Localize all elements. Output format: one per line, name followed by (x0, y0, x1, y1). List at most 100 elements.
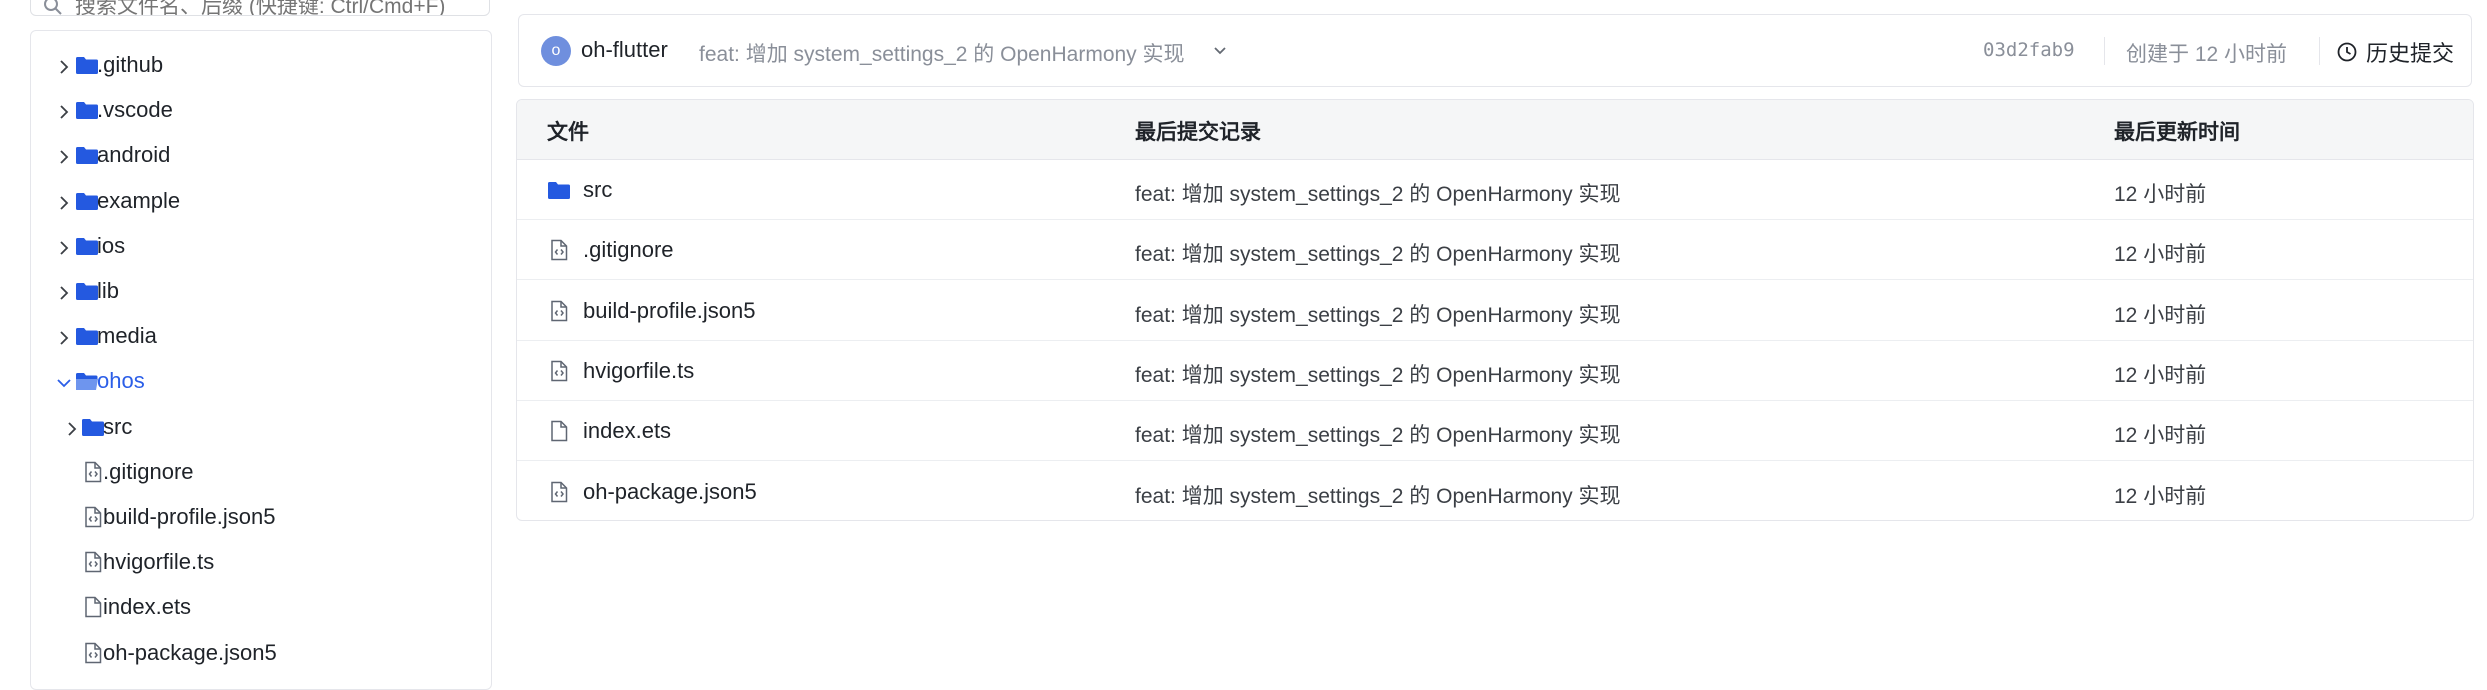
tree-item-lib[interactable]: lib (51, 271, 471, 311)
tree-item-index-ets[interactable]: index.ets (51, 587, 471, 627)
folder-icon (75, 53, 99, 77)
folder-icon (75, 234, 99, 258)
file-name-link[interactable]: oh-package.json5 (547, 479, 757, 505)
tree-item-vscode[interactable]: .vscode (51, 90, 471, 130)
tree-item-ohos[interactable]: ohos (51, 361, 471, 401)
search-icon (43, 0, 63, 15)
tree-item-label: ohos (97, 368, 145, 394)
chevron-right-icon[interactable] (55, 192, 73, 210)
file-table: 文件 最后提交记录 最后更新时间 src feat: 增加 system_sett… (516, 99, 2474, 521)
tree-item-ios[interactable]: ios (51, 226, 471, 266)
file-name-link[interactable]: hvigorfile.ts (547, 358, 694, 384)
file-name-link[interactable]: .gitignore (547, 237, 674, 263)
folder-icon (75, 189, 99, 213)
table-header: 文件 最后提交记录 最后更新时间 (517, 100, 2473, 160)
file-icon (547, 419, 571, 443)
tree-item-label: .gitignore (103, 458, 194, 484)
code-file-icon (547, 480, 571, 504)
file-name-link[interactable]: build-profile.json5 (547, 298, 755, 324)
chevron-down-icon[interactable] (1211, 41, 1229, 59)
tree-item-label: .github (97, 52, 164, 77)
divider (2319, 37, 2320, 65)
history-commits-button[interactable]: 历史提交 (2336, 36, 2454, 68)
tree-item-gitignore[interactable]: .gitignore (51, 452, 471, 492)
row-updated-time: 12 小时前 (2114, 243, 2207, 267)
chevron-down-icon[interactable] (55, 372, 73, 390)
code-file-icon (547, 359, 571, 383)
code-file-icon (81, 505, 105, 529)
folder-icon (75, 143, 99, 167)
table-row: index.ets feat: 增加 system_settings_2 的 Op… (517, 401, 2473, 462)
row-updated-time: 12 小时前 (2114, 484, 2207, 508)
clock-icon (2337, 42, 2357, 62)
file-name-link[interactable]: src (547, 177, 612, 203)
file-name: build-profile.json5 (583, 297, 756, 323)
chevron-right-icon[interactable] (55, 327, 73, 345)
tree-item-label: .vscode (97, 97, 173, 123)
tree-item-build-profile-json5[interactable]: build-profile.json5 (51, 497, 471, 537)
tree-item-android[interactable]: android (51, 135, 471, 175)
file-name: .gitignore (583, 237, 674, 263)
file-name: oh-package.json5 (583, 478, 757, 504)
table-row: oh-package.json5 feat: 增加 system_settings… (517, 462, 2473, 521)
row-updated-time: 12 小时前 (2114, 363, 2207, 387)
tree-item-label: lib (97, 278, 120, 303)
code-file-icon (81, 460, 105, 484)
table-row: build-profile.json5 feat: 增加 system_setti… (517, 281, 2473, 341)
file-icon (81, 595, 105, 619)
chevron-right-icon[interactable] (63, 418, 81, 436)
table-row: .gitignore feat: 增加 system_settings_2 的 O… (517, 220, 2473, 281)
file-name-link[interactable]: index.ets (547, 418, 671, 444)
avatar[interactable]: o (541, 36, 571, 66)
file-name: src (583, 177, 613, 202)
tree-item-github[interactable]: .github (51, 45, 471, 85)
tree-item-label: hvigorfile.ts (103, 549, 215, 575)
row-commit-message[interactable]: feat: 增加 system_settings_2 的 OpenHarmony… (1135, 178, 1621, 208)
folder-icon (547, 178, 571, 202)
code-file-icon (81, 641, 105, 665)
code-file-icon (547, 299, 571, 323)
row-updated-time: 12 小时前 (2114, 303, 2207, 327)
row-commit-message[interactable]: feat: 增加 system_settings_2 的 OpenHarmony… (1135, 359, 1621, 389)
file-name: index.ets (583, 418, 672, 444)
tree-item-hvigorfile-ts[interactable]: hvigorfile.ts (51, 542, 471, 582)
row-commit-message[interactable]: feat: 增加 system_settings_2 的 OpenHarmony… (1135, 299, 1621, 329)
commit-created-time: 创建于 12 小时前 (2126, 43, 2288, 66)
code-file-icon (547, 238, 571, 262)
chevron-right-icon[interactable] (55, 56, 73, 74)
tree-item-example[interactable]: example (51, 181, 471, 221)
table-row: hvigorfile.ts feat: 增加 system_settings_2 … (517, 341, 2473, 401)
commit-author[interactable]: oh-flutter (581, 37, 668, 63)
tree-item-oh-package-json5[interactable]: oh-package.json5 (51, 633, 471, 673)
row-commit-message[interactable]: feat: 增加 system_settings_2 的 OpenHarmony… (1135, 480, 1621, 510)
file-search-input[interactable] (73, 0, 477, 15)
tree-item-label: example (97, 187, 181, 213)
tree-item-label: ios (97, 232, 126, 258)
chevron-right-icon[interactable] (55, 282, 73, 300)
chevron-right-icon[interactable] (55, 237, 73, 255)
file-tree-panel: .github .vscode android example ios lib media o… (30, 30, 492, 690)
folder-icon (75, 98, 99, 122)
tree-item-label: oh-package.json5 (103, 639, 277, 665)
file-name: hvigorfile.ts (583, 357, 695, 383)
folder-icon (75, 279, 99, 303)
table-row: src feat: 增加 system_settings_2 的 OpenHarm… (517, 160, 2473, 220)
tree-item-label: build-profile.json5 (103, 504, 276, 529)
row-updated-time: 12 小时前 (2114, 183, 2207, 206)
folder-icon (75, 324, 99, 348)
file-search-box[interactable] (30, 0, 490, 16)
chevron-right-icon[interactable] (55, 101, 73, 119)
commit-hash[interactable]: 03d2fab9 (1983, 39, 2075, 61)
tree-item-label: src (103, 413, 133, 439)
column-header-updated: 最后更新时间 (2114, 121, 2240, 144)
column-header-last-commit: 最后提交记录 (1135, 121, 1261, 144)
tree-item-label: android (97, 142, 171, 168)
tree-item-media[interactable]: media (51, 316, 471, 356)
latest-commit-bar: o oh-flutter feat: 增加 system_settings_2 … (518, 14, 2472, 87)
row-commit-message[interactable]: feat: 增加 system_settings_2 的 OpenHarmony… (1135, 238, 1621, 268)
tree-item-src[interactable]: src (51, 407, 471, 447)
commit-message[interactable]: feat: 增加 system_settings_2 的 OpenHarmony… (699, 38, 1185, 68)
row-commit-message[interactable]: feat: 增加 system_settings_2 的 OpenHarmony… (1135, 419, 1621, 449)
folder-icon (81, 415, 105, 439)
chevron-right-icon[interactable] (55, 146, 73, 165)
